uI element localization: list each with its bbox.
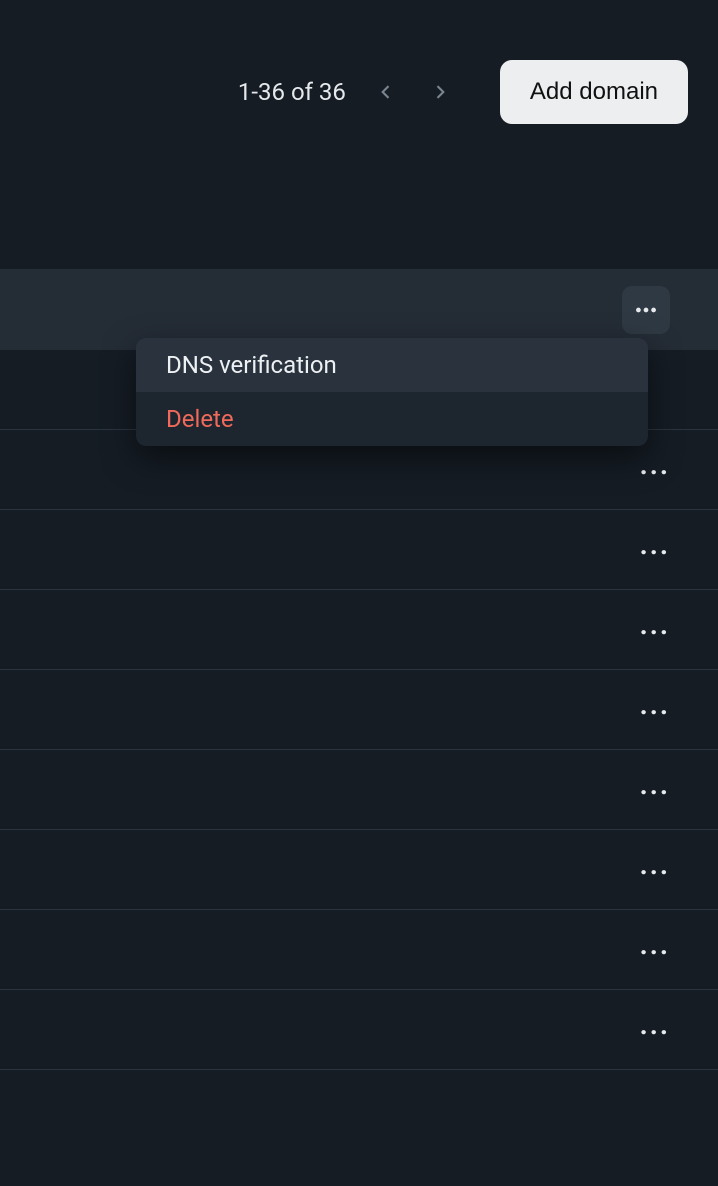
chevron-right-icon	[430, 82, 450, 102]
prev-page-button[interactable]	[366, 72, 406, 112]
table-row[interactable]: ...	[0, 669, 718, 749]
table-row[interactable]: ...	[0, 509, 718, 589]
menu-item-delete[interactable]: Delete	[136, 392, 648, 446]
chevron-left-icon	[376, 82, 396, 102]
row-actions-button[interactable]: ...	[640, 771, 670, 809]
table-row[interactable]: ...	[0, 829, 718, 909]
pagination-range: 1-36 of 36	[238, 78, 346, 106]
row-actions-button[interactable]: ...	[640, 691, 670, 729]
table-row[interactable]: ...	[0, 749, 718, 829]
spacer	[0, 124, 718, 269]
row-actions-button[interactable]: ...	[640, 931, 670, 969]
row-actions-button[interactable]: ...	[640, 611, 670, 649]
row-actions-button[interactable]: ...	[640, 531, 670, 569]
header-bar: 1-36 of 36 Add domain	[0, 0, 718, 124]
next-page-button[interactable]	[420, 72, 460, 112]
add-domain-button[interactable]: Add domain	[500, 60, 688, 124]
more-horizontal-icon	[633, 297, 659, 323]
row-actions-menu: DNS verification Delete	[136, 338, 648, 446]
row-actions-button[interactable]	[622, 286, 670, 334]
row-actions-button[interactable]: ...	[640, 851, 670, 889]
row-actions-button[interactable]: ...	[640, 1011, 670, 1049]
menu-item-dns-verification[interactable]: DNS verification	[136, 338, 648, 392]
table-row[interactable]: ...	[0, 989, 718, 1069]
table-row[interactable]: ...	[0, 589, 718, 669]
row-actions-button[interactable]: ...	[640, 451, 670, 489]
table-row[interactable]	[0, 1069, 718, 1149]
table-row[interactable]: ...	[0, 909, 718, 989]
